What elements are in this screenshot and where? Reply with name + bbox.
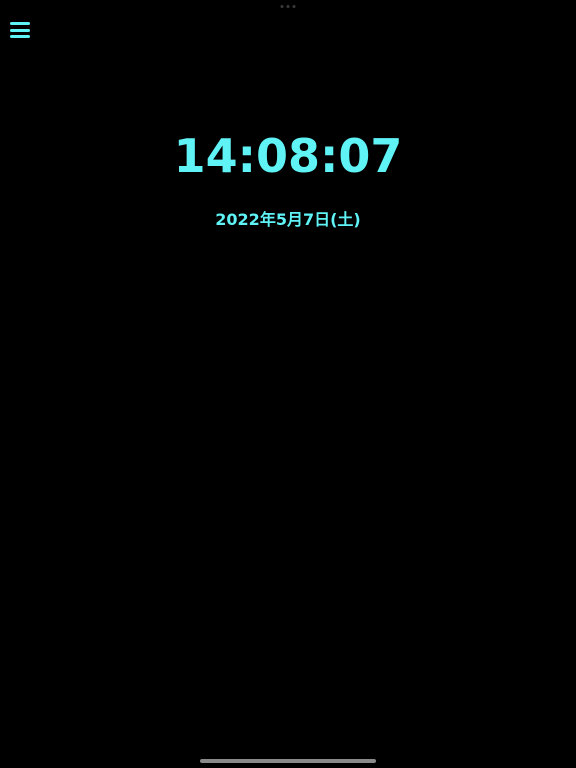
menu-bar-middle — [10, 28, 30, 32]
clock-time: 14:08:07 — [173, 129, 403, 183]
hamburger-menu-icon[interactable] — [10, 20, 30, 40]
multitasking-dots[interactable] — [280, 5, 296, 8]
menu-bar-bottom — [10, 35, 30, 38]
clock-date: 2022年5月7日(土) — [215, 210, 361, 229]
home-indicator[interactable] — [200, 759, 376, 763]
dot — [292, 5, 296, 8]
dot — [280, 5, 284, 8]
menu-bar-top — [10, 22, 30, 25]
dot — [286, 5, 290, 8]
